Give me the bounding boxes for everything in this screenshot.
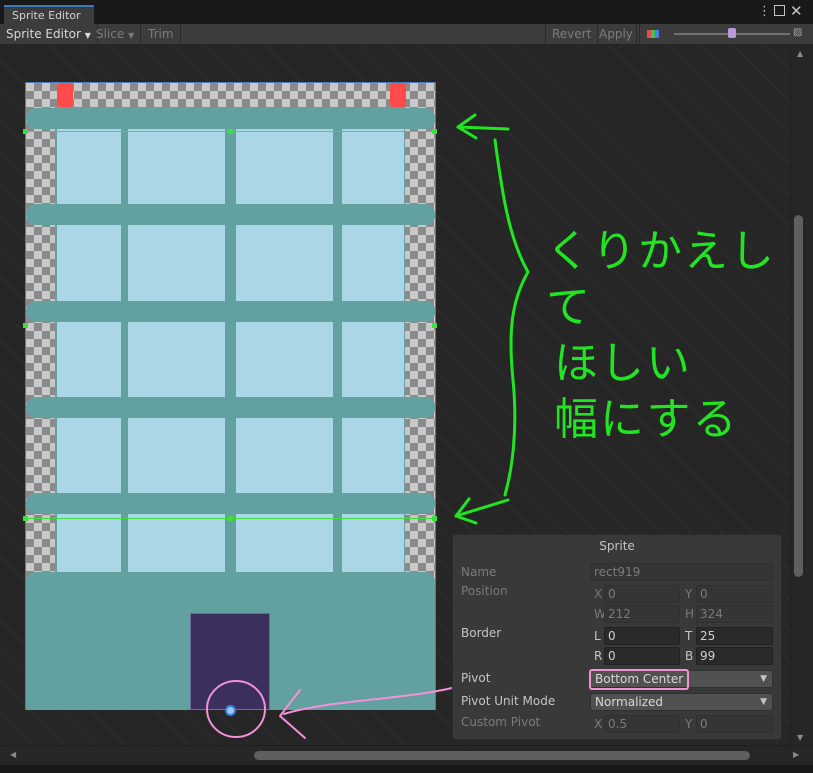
roof-light-left [57,83,73,107]
pivot-handle-icon[interactable] [225,705,236,716]
window [342,225,404,301]
window [128,514,225,572]
window [128,322,225,397]
border-handle[interactable] [432,129,437,134]
position-label: Position [461,584,508,598]
sprite-rect[interactable] [23,82,437,716]
window [236,418,333,493]
vertical-scroll-thumb[interactable] [794,215,803,577]
caret-down-icon: ▼ [760,674,767,684]
r-axis-label: R [594,649,603,663]
floor-bar [26,301,435,322]
pivot-unit-mode-dropdown[interactable]: Normalized ▼ [590,693,773,711]
h-axis-label: H [685,607,695,621]
border-t-field[interactable]: 25 [696,627,773,645]
maximize-icon[interactable] [774,5,785,16]
pivot-unit-mode-label: Pivot Unit Mode [461,694,556,708]
window [57,129,121,204]
slice-label: Slice [96,27,125,41]
border-handle[interactable] [23,323,28,328]
window [236,514,333,572]
window [128,129,225,204]
position-h-field[interactable]: 324 [696,605,773,623]
floor-bar [26,493,435,514]
border-l-field[interactable]: 0 [604,627,680,645]
vertical-scrollbar[interactable]: ▲ ▼ [790,45,813,745]
window [342,322,404,397]
custom-y-axis-label: Y [685,717,693,731]
color-channel-toggle[interactable] [636,24,666,44]
position-y-field[interactable]: 0 [696,585,773,603]
horizontal-scrollbar[interactable]: ◀ ▶ [0,745,813,765]
scroll-up-icon[interactable]: ▲ [797,49,803,58]
window [342,129,404,204]
door [190,613,270,710]
scroll-right-icon[interactable]: ▶ [793,750,799,759]
window [342,418,404,493]
border-b-field[interactable]: 99 [696,647,773,665]
custom-pivot-y-field[interactable]: 0 [696,715,773,733]
window [57,514,121,572]
border-handle[interactable] [228,516,233,521]
border-handle[interactable] [228,129,233,134]
window [236,129,333,204]
horizontal-scroll-thumb[interactable] [254,751,750,760]
apply-button[interactable]: Apply [593,24,640,44]
name-field[interactable]: rect919 [590,563,773,581]
tab-sprite-editor[interactable]: Sprite Editor [4,5,94,24]
border-handle[interactable] [23,129,28,134]
pivot-label: Pivot [461,671,491,685]
window [57,225,121,301]
pivot-dropdown[interactable]: Bottom Center ▼ [590,670,773,688]
status-strip [0,765,813,773]
sprite-inspector-panel: Sprite Name rect919 Position X 0 Y 0 W 2… [452,534,782,740]
border-handle[interactable] [432,516,437,521]
rgb-channel-icon [647,30,659,38]
zoom-icon: ▨ [793,27,803,38]
border-r-field[interactable]: 0 [604,647,680,665]
trim-button[interactable]: Trim [142,24,181,44]
border-label: Border [461,626,502,640]
floor-bar [26,397,435,418]
slice-button[interactable]: Slice ▼ [90,24,142,44]
position-w-field[interactable]: 212 [604,605,680,623]
window [236,322,333,397]
name-label: Name [461,565,497,579]
border-handle[interactable] [432,323,437,328]
custom-pivot-label: Custom Pivot [461,715,541,729]
floor-bar [26,108,435,129]
scroll-left-icon[interactable]: ◀ [10,750,16,759]
window [236,225,333,301]
scroll-down-icon[interactable]: ▼ [797,733,803,742]
pivot-unit-mode-value: Normalized [595,695,664,709]
custom-pivot-x-field[interactable]: 0.5 [604,715,680,733]
window [128,225,225,301]
border-handle[interactable] [23,516,28,521]
floor-bar [26,204,435,225]
window [128,418,225,493]
panel-title: Sprite [599,539,635,553]
window [57,418,121,493]
position-x-field[interactable]: 0 [604,585,680,603]
t-axis-label: T [685,629,693,643]
x-axis-label: X [594,587,603,601]
zoom-slider-handle[interactable] [728,28,736,38]
window [57,322,121,397]
l-axis-label: L [594,629,601,643]
more-options-icon[interactable]: ⋮ [758,4,772,19]
window-tab-bar: Sprite Editor ⋮ ✕ [0,0,813,24]
editor-mode-label: Sprite Editor [6,27,81,41]
revert-button[interactable]: Revert [545,24,599,44]
editor-mode-dropdown[interactable]: Sprite Editor ▼ [0,24,98,44]
roof-light-right [390,83,406,107]
y-axis-label: Y [685,587,693,601]
window [342,514,404,572]
caret-down-icon: ▼ [760,697,767,707]
custom-x-axis-label: X [594,717,603,731]
toolbar: Sprite Editor ▼ Slice ▼ Trim Revert Appl… [0,24,813,45]
pivot-value: Bottom Center [595,672,684,686]
b-axis-label: B [685,649,694,663]
close-icon[interactable]: ✕ [790,2,803,20]
caret-down-icon: ▼ [128,31,135,40]
